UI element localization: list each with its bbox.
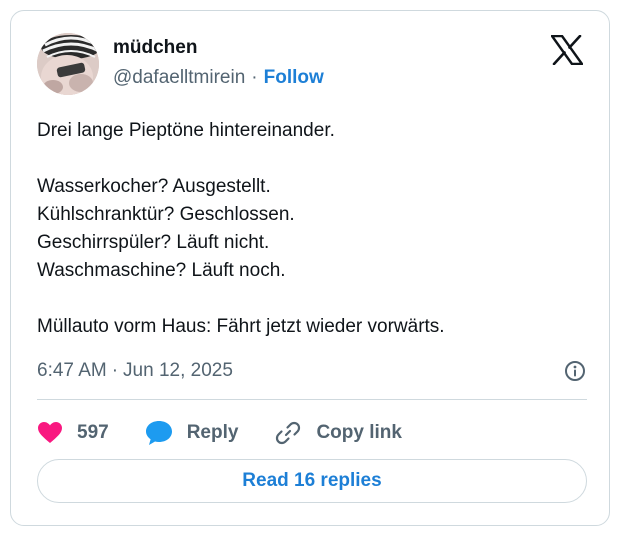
heart-icon (38, 422, 62, 443)
follow-button[interactable]: Follow (264, 67, 324, 89)
divider (37, 399, 587, 400)
separator-dot: · (111, 360, 119, 381)
copy-link-label: Copy link (316, 422, 402, 443)
tweet-date[interactable]: Jun 12, 2025 (123, 360, 233, 382)
tweet-line: Müllauto vorm Haus: Fährt jetzt wieder v… (37, 316, 445, 337)
display-name[interactable]: müdchen (113, 37, 197, 59)
avatar[interactable] (37, 33, 99, 95)
reply-label: Reply (186, 422, 239, 443)
timestamp-row: 6:47 AM · Jun 12, 2025 (37, 357, 587, 385)
tweet-line: Waschmaschine? Läuft noch. (37, 260, 286, 281)
read-replies-label: Read 16 replies (242, 470, 382, 491)
user-handle[interactable]: @dafaelltmirein (113, 67, 245, 89)
tweet-line: Geschirrspüler? Läuft nicht. (37, 232, 270, 253)
handle-row: @dafaelltmirein · Follow (113, 67, 324, 89)
info-icon[interactable] (563, 359, 587, 383)
reply-bubble-icon (145, 421, 172, 445)
action-bar: 597 Reply Copy link (37, 415, 438, 451)
like-count: 597 (77, 422, 109, 443)
tweet-line: Wasserkocher? Ausgestellt. (37, 176, 271, 197)
x-logo-icon[interactable] (550, 34, 584, 66)
separator-dot: · (251, 67, 258, 88)
like-button[interactable]: 597 (37, 421, 109, 445)
tweet-text: Drei lange Pieptöne hintereinander. Wass… (37, 117, 587, 341)
tweet-card: müdchen @dafaelltmirein · Follow Drei la… (10, 10, 610, 526)
read-replies-button[interactable]: Read 16 replies (37, 459, 587, 503)
tweet-time[interactable]: 6:47 AM (37, 360, 107, 382)
tweet-line: Drei lange Pieptöne hintereinander. (37, 120, 335, 141)
tweet-line: Kühlschranktür? Geschlossen. (37, 204, 295, 225)
link-icon (276, 421, 301, 445)
avatar-image (37, 33, 99, 95)
reply-button[interactable]: Reply (145, 420, 239, 446)
copy-link-button[interactable]: Copy link (274, 419, 402, 447)
